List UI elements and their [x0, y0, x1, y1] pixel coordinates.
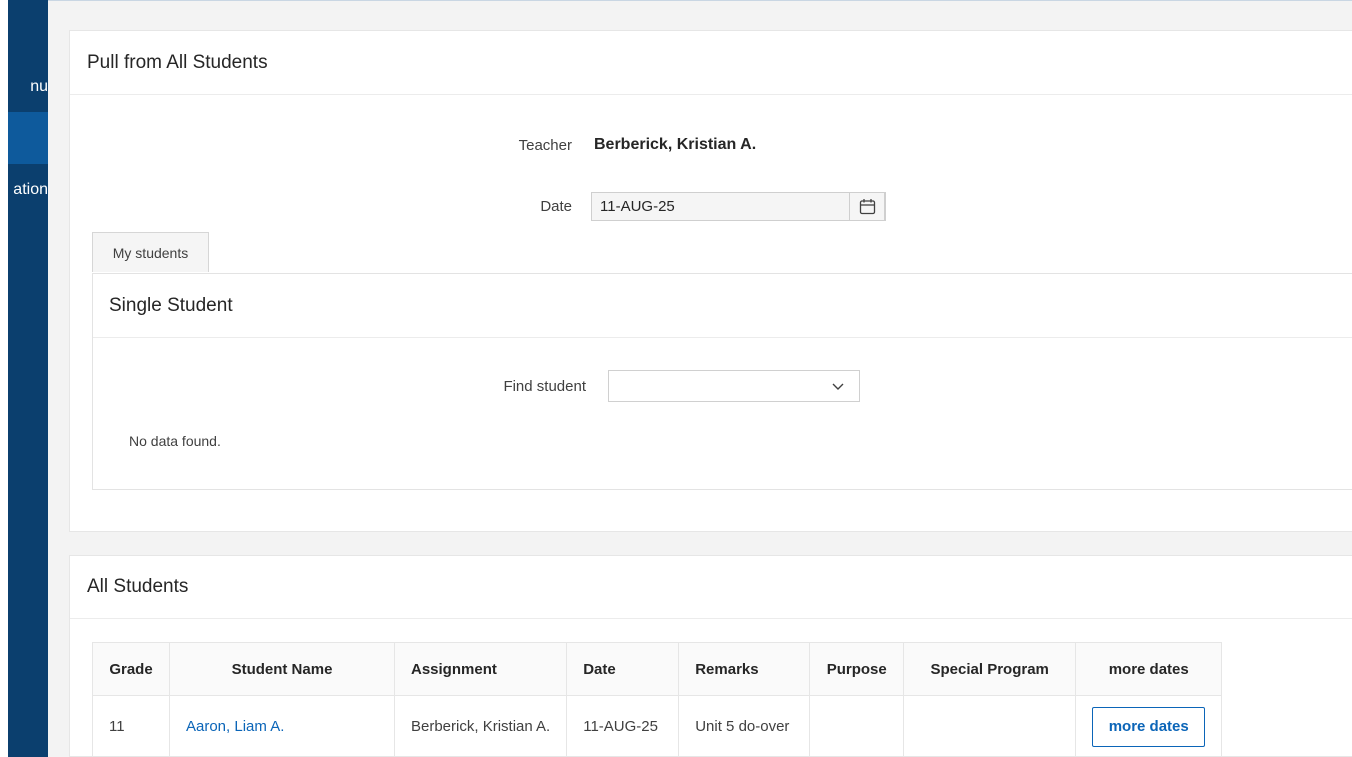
top-border — [48, 0, 1352, 9]
chevron-down-icon — [831, 379, 845, 398]
column-header-assignment[interactable]: Assignment — [393, 642, 568, 696]
no-data-message: No data found. — [129, 433, 221, 449]
cell-date: 11-AUG-25 — [566, 695, 680, 757]
window-edge — [0, 0, 8, 757]
date-label: Date — [540, 197, 572, 215]
find-student-row: Find student — [93, 370, 860, 402]
cell-purpose — [809, 695, 905, 757]
column-header-more-dates[interactable]: more dates — [1075, 642, 1223, 696]
column-header-student-name[interactable]: Student Name — [169, 642, 395, 696]
cell-assignment: Berberick, Kristian A. — [393, 695, 568, 757]
column-header-grade[interactable]: Grade — [92, 642, 170, 696]
cell-remarks: Unit 5 do-over — [678, 695, 811, 757]
column-header-remarks[interactable]: Remarks — [678, 642, 811, 696]
all-students-region: All Students Grade Student Name Assignme… — [69, 555, 1352, 757]
teacher-label: Teacher — [518, 136, 572, 154]
cell-special-program — [903, 695, 1077, 757]
sidebar-item-label: ation — [13, 181, 48, 198]
sidebar-item-label: nu — [30, 78, 48, 95]
single-student-title: Single Student — [93, 274, 1352, 338]
region-title: Pull from All Students — [70, 31, 1352, 95]
sidebar-item-active[interactable] — [8, 112, 48, 164]
single-student-region: Single Student Find student No data foun… — [92, 273, 1352, 490]
teacher-value: Berberick, Kristian A. — [594, 136, 757, 153]
teacher-row: Teacher Berberick, Kristian A. — [70, 131, 970, 159]
sidebar-item-navigation[interactable]: ation — [8, 181, 48, 205]
tab-my-students[interactable]: My students — [92, 232, 209, 272]
student-name-link[interactable]: Aaron, Liam A. — [186, 718, 284, 735]
table-header-row: Grade Student Name Assignment Date Remar… — [92, 642, 1223, 696]
column-header-purpose[interactable]: Purpose — [809, 642, 905, 696]
calendar-icon[interactable] — [849, 191, 885, 221]
sidebar-item-menu[interactable]: nu — [8, 78, 48, 102]
cell-grade: 11 — [92, 695, 170, 757]
date-field[interactable]: 11-AUG-25 — [591, 191, 886, 221]
table-row: 11 Aaron, Liam A. Berberick, Kristian A.… — [92, 695, 1223, 757]
cell-student-name: Aaron, Liam A. — [169, 695, 395, 757]
find-student-select[interactable] — [608, 370, 860, 402]
more-dates-button[interactable]: more dates — [1092, 706, 1206, 747]
pull-from-all-students-region: Pull from All Students Teacher Berberick… — [69, 30, 1352, 532]
date-field-value: 11-AUG-25 — [600, 197, 675, 215]
region-title: All Students — [70, 556, 1352, 619]
find-student-label: Find student — [503, 377, 586, 395]
sidebar-nav: nu ation — [8, 0, 48, 757]
column-header-special-program[interactable]: Special Program — [903, 642, 1077, 696]
cell-more-dates: more dates — [1075, 695, 1223, 757]
column-header-date[interactable]: Date — [566, 642, 680, 696]
date-row: Date 11-AUG-25 — [70, 191, 886, 221]
students-table: Grade Student Name Assignment Date Remar… — [92, 642, 1223, 757]
